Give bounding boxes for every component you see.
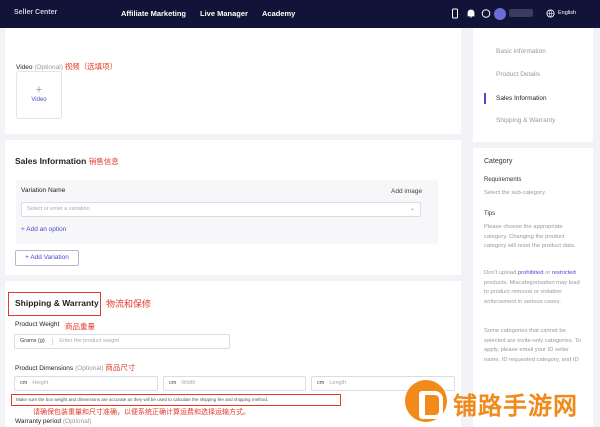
watermark-text: 铺路手游网 <box>453 393 578 420</box>
height-input[interactable]: cm Height <box>14 376 158 391</box>
weight-annotation: 商品重量 <box>65 322 95 331</box>
account-name[interactable] <box>509 9 533 17</box>
section-nav-panel <box>473 28 593 142</box>
dimensions-annotation: 商品尺寸 <box>105 363 136 372</box>
tip-invite-only: Some categories that cannot be selected … <box>484 328 581 363</box>
tips-label: Tips <box>484 211 496 217</box>
weight-label: Product Weight <box>15 321 60 328</box>
nav-link-affiliate-marketing[interactable]: Affiliate Marketing <box>121 9 186 18</box>
nav-link-live-manager[interactable]: Live Manager <box>200 9 248 18</box>
add-image-link[interactable]: Add image <box>391 188 422 195</box>
variation-name-label: Variation Name <box>21 187 66 194</box>
video-upload[interactable]: + Video <box>16 71 62 119</box>
section-nav-shipping-warranty[interactable]: Shipping & Warranty <box>496 117 555 124</box>
add-option-link[interactable]: + Add an option <box>21 226 66 233</box>
help-icon[interactable] <box>481 8 491 19</box>
category-help-title: Category <box>484 158 513 165</box>
bell-icon[interactable] <box>466 8 476 19</box>
dimensions-notice: Make sure the box weight and dimensions … <box>16 397 269 402</box>
sales-annotation: 销售信息 <box>88 157 119 166</box>
section-nav-product-details[interactable]: Product Details <box>496 71 540 78</box>
avatar[interactable] <box>494 8 506 20</box>
phone-icon[interactable] <box>450 8 460 19</box>
variation-select[interactable]: Select or enter a variation ⌄ <box>21 202 421 217</box>
section-nav-basic-information[interactable]: Basic information <box>496 48 546 55</box>
warranty-label: Warranty period (Optional) <box>15 418 92 425</box>
prohibited-link[interactable]: prohibited <box>518 270 543 276</box>
section-nav-sales-information[interactable]: Sales Information <box>496 95 547 102</box>
dimensions-label: Product Dimensions (Optional) 商品尺寸 <box>15 363 136 372</box>
globe-icon <box>546 9 555 18</box>
tip-choose-category: Please choose the appropriate category. … <box>484 224 576 249</box>
requirements-label: Requirements <box>484 177 522 183</box>
shipping-annotation: 物流和保修 <box>106 299 152 309</box>
notice-annotation: 请确保包装重量和尺寸准确，以便系统正确计算运费和选择运输方式。 <box>33 409 250 416</box>
add-variation-button[interactable]: + Add Variation <box>15 250 79 266</box>
weight-input[interactable]: Grams (g) Enter the product weight <box>14 334 230 349</box>
chevron-down-icon: ⌄ <box>409 206 415 212</box>
video-annotation: 视频（选填项） <box>64 62 118 71</box>
nav-link-academy[interactable]: Academy <box>262 9 295 18</box>
plus-icon: + <box>35 84 43 96</box>
video-upload-label: Video <box>31 97 47 103</box>
watermark-logo-icon <box>405 380 447 422</box>
logo[interactable]: Seller Center <box>0 6 62 20</box>
width-input[interactable]: cm Width <box>163 376 306 391</box>
active-indicator <box>484 93 486 104</box>
requirements-text: Select the sub-category. <box>484 190 547 196</box>
restricted-link[interactable]: restricted <box>552 270 576 276</box>
sales-info-title: Sales Information 销售信息 <box>15 156 119 166</box>
language-selector[interactable]: English <box>558 10 576 16</box>
media-panel <box>5 28 461 134</box>
weight-unit-select: Grams (g) <box>20 338 45 344</box>
tip-prohibited: Don't upload prohibited or restricted pr… <box>484 270 580 305</box>
watermark: 铺路手游网 <box>405 376 600 426</box>
top-nav: Seller Center Affiliate Marketing Live M… <box>0 0 600 28</box>
shipping-title: Shipping & Warranty <box>15 298 99 308</box>
